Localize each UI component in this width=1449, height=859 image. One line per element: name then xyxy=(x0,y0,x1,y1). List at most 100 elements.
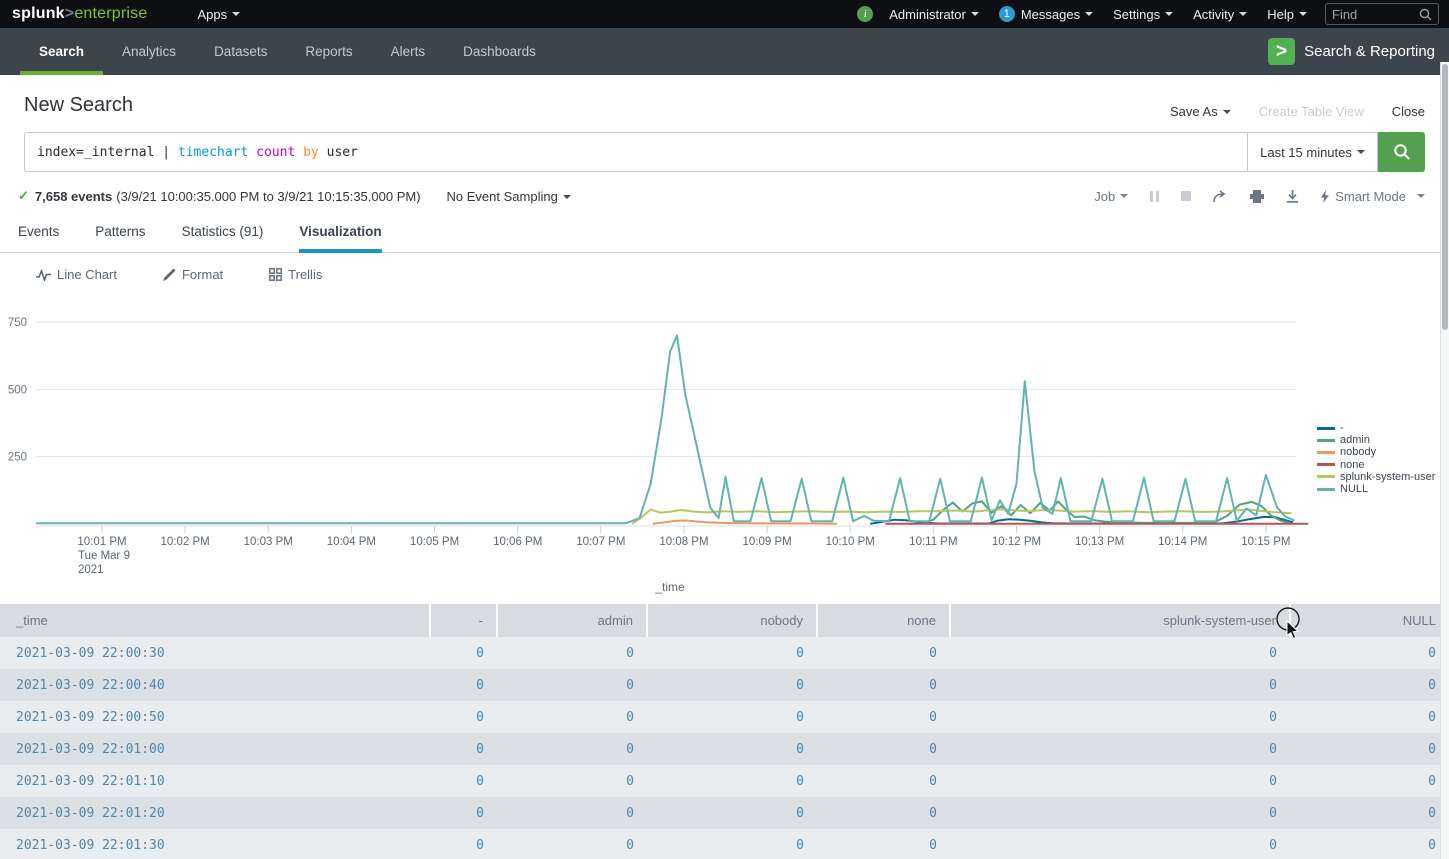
cell-value[interactable]: 0 xyxy=(647,701,817,733)
time-range-picker[interactable]: Last 15 minutes xyxy=(1247,132,1378,172)
info-icon[interactable]: i xyxy=(857,6,873,22)
cell-value[interactable]: 0 xyxy=(647,797,817,829)
chart-type-button[interactable]: Line Chart xyxy=(36,266,117,283)
cell-time[interactable]: 2021-03-09 22:01:00 xyxy=(0,733,430,765)
help-menu[interactable]: Help xyxy=(1257,0,1317,28)
column-header-nobody[interactable]: nobody xyxy=(647,604,817,637)
app-brand[interactable]: > Search & Reporting xyxy=(1268,28,1449,75)
cell-time[interactable]: 2021-03-09 22:01:10 xyxy=(0,765,430,797)
search-query-input[interactable]: index=_internal | timechart count by use… xyxy=(24,132,1247,172)
activity-menu[interactable]: Activity xyxy=(1183,0,1257,28)
cell-value[interactable]: 0 xyxy=(817,701,950,733)
cell-value[interactable]: 0 xyxy=(1290,829,1449,859)
cell-time[interactable]: 2021-03-09 22:00:50 xyxy=(0,701,430,733)
cell-value[interactable]: 0 xyxy=(950,765,1290,797)
legend-item-admin[interactable]: admin xyxy=(1317,434,1435,446)
find-input[interactable]: Find xyxy=(1325,3,1439,25)
cell-value[interactable]: 0 xyxy=(497,765,647,797)
administrator-menu[interactable]: Administrator xyxy=(879,0,989,28)
cell-value[interactable]: 0 xyxy=(950,797,1290,829)
column-header--time[interactable]: _time xyxy=(0,604,430,637)
cell-value[interactable]: 0 xyxy=(817,765,950,797)
search-button[interactable] xyxy=(1378,132,1425,172)
export-button[interactable] xyxy=(1286,190,1299,203)
cell-value[interactable]: 0 xyxy=(817,733,950,765)
cell-value[interactable]: 0 xyxy=(497,669,647,701)
legend-item-none[interactable]: none xyxy=(1317,459,1435,471)
format-button[interactable]: Format xyxy=(163,266,223,283)
vertical-scrollbar[interactable] xyxy=(1440,62,1449,859)
legend-item--[interactable]: - xyxy=(1317,422,1435,434)
cell-value[interactable]: 0 xyxy=(817,797,950,829)
cell-value[interactable]: 0 xyxy=(1290,669,1449,701)
cell-value[interactable]: 0 xyxy=(1290,797,1449,829)
column-header-splunk-system-user[interactable]: splunk-system-user xyxy=(950,604,1290,637)
cell-time[interactable]: 2021-03-09 22:01:20 xyxy=(0,797,430,829)
cell-time[interactable]: 2021-03-09 22:00:40 xyxy=(0,669,430,701)
cell-time[interactable]: 2021-03-09 22:00:30 xyxy=(0,637,430,669)
result-tab-statistics-[interactable]: Statistics (91) xyxy=(182,222,264,252)
messages-menu[interactable]: 1Messages xyxy=(989,0,1103,28)
app-nav-tab-datasets[interactable]: Datasets xyxy=(195,28,286,75)
splunk-logo[interactable]: splunk>enterprise xyxy=(12,5,147,23)
column-header-admin[interactable]: admin xyxy=(497,604,647,637)
settings-menu[interactable]: Settings xyxy=(1103,0,1183,28)
cell-value[interactable]: 0 xyxy=(430,669,497,701)
cell-value[interactable]: 0 xyxy=(497,701,647,733)
cell-value[interactable]: 0 xyxy=(647,829,817,859)
cell-time[interactable]: 2021-03-09 22:01:30 xyxy=(0,829,430,859)
job-menu[interactable]: Job xyxy=(1094,189,1128,204)
legend-item-null[interactable]: NULL xyxy=(1317,483,1435,495)
app-nav-tab-alerts[interactable]: Alerts xyxy=(372,28,445,75)
stop-button[interactable] xyxy=(1181,191,1191,201)
apps-menu[interactable]: Apps xyxy=(187,0,250,28)
cell-value[interactable]: 0 xyxy=(497,733,647,765)
cell-value[interactable]: 0 xyxy=(1290,765,1449,797)
share-button[interactable] xyxy=(1213,190,1228,203)
column-header-null[interactable]: NULL xyxy=(1290,604,1449,637)
legend-item-nobody[interactable]: nobody xyxy=(1317,446,1435,458)
scrollbar-thumb[interactable] xyxy=(1442,64,1448,330)
cell-value[interactable]: 0 xyxy=(817,637,950,669)
cell-value[interactable]: 0 xyxy=(647,669,817,701)
cell-value[interactable]: 0 xyxy=(497,797,647,829)
cell-value[interactable]: 0 xyxy=(497,637,647,669)
cell-value[interactable]: 0 xyxy=(950,701,1290,733)
column-header--[interactable]: - xyxy=(430,604,497,637)
app-nav-tab-search[interactable]: Search xyxy=(20,28,103,75)
pause-button[interactable] xyxy=(1150,191,1159,202)
search-mode-menu[interactable]: Smart Mode xyxy=(1321,189,1425,204)
result-tab-visualization[interactable]: Visualization xyxy=(299,222,381,252)
cell-value[interactable]: 0 xyxy=(950,829,1290,859)
cell-value[interactable]: 0 xyxy=(497,829,647,859)
cell-value[interactable]: 0 xyxy=(430,733,497,765)
result-tab-events[interactable]: Events xyxy=(18,222,59,252)
cell-value[interactable]: 0 xyxy=(1290,733,1449,765)
cell-value[interactable]: 0 xyxy=(430,829,497,859)
app-nav-tab-dashboards[interactable]: Dashboards xyxy=(444,28,555,75)
cell-value[interactable]: 0 xyxy=(950,637,1290,669)
column-header-none[interactable]: none xyxy=(817,604,950,637)
cell-value[interactable]: 0 xyxy=(1290,637,1449,669)
cell-value[interactable]: 0 xyxy=(647,733,817,765)
legend-item-splunk-system-user[interactable]: splunk-system-user xyxy=(1317,471,1435,483)
cell-value[interactable]: 0 xyxy=(430,701,497,733)
app-nav-tab-reports[interactable]: Reports xyxy=(286,28,371,75)
cell-value[interactable]: 0 xyxy=(950,669,1290,701)
cell-value[interactable]: 0 xyxy=(817,669,950,701)
print-button[interactable] xyxy=(1250,190,1264,203)
cell-value[interactable]: 0 xyxy=(430,797,497,829)
cell-value[interactable]: 0 xyxy=(1290,701,1449,733)
cell-value[interactable]: 0 xyxy=(430,765,497,797)
cell-value[interactable]: 0 xyxy=(950,733,1290,765)
app-nav-tab-analytics[interactable]: Analytics xyxy=(103,28,195,75)
event-sampling-menu[interactable]: No Event Sampling xyxy=(447,189,571,204)
cell-value[interactable]: 0 xyxy=(817,829,950,859)
cell-value[interactable]: 0 xyxy=(647,765,817,797)
trellis-button[interactable]: Trellis xyxy=(269,266,322,283)
save-as-button[interactable]: Save As xyxy=(1170,104,1231,119)
cell-value[interactable]: 0 xyxy=(647,637,817,669)
result-tab-patterns[interactable]: Patterns xyxy=(95,222,145,252)
close-button[interactable]: Close xyxy=(1392,104,1425,119)
cell-value[interactable]: 0 xyxy=(430,637,497,669)
